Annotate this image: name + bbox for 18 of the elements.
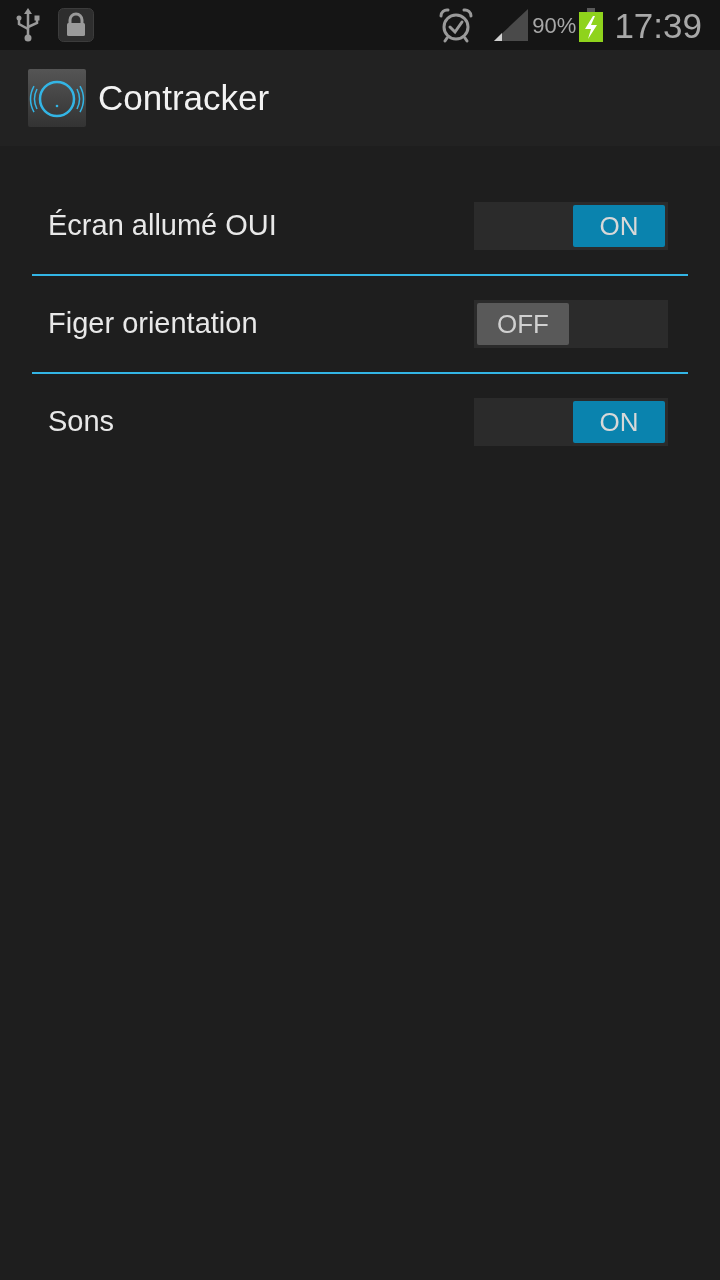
lock-icon	[58, 8, 94, 42]
app-title: Contracker	[98, 76, 270, 119]
signal-icon	[494, 9, 529, 41]
battery-icon	[579, 8, 604, 42]
battery-percent: 90%	[532, 11, 577, 40]
setting-label: Écran allumé OUI	[48, 208, 278, 244]
setting-label: Sons	[48, 404, 116, 440]
switch-thumb[interactable]: ON	[573, 401, 665, 443]
toggle-switch[interactable]: OFF	[474, 300, 668, 348]
switch-thumb[interactable]: OFF	[477, 303, 569, 345]
app-icon	[28, 69, 86, 127]
alarm-clock-icon	[438, 7, 475, 43]
usb-icon	[16, 8, 40, 42]
switch-thumb[interactable]: ON	[573, 205, 665, 247]
clock-time: 17:39	[614, 7, 702, 43]
toggle-switch[interactable]: ON	[474, 202, 668, 250]
toggle-switch[interactable]: ON	[474, 398, 668, 446]
setting-label: Figer orientation	[48, 306, 259, 342]
